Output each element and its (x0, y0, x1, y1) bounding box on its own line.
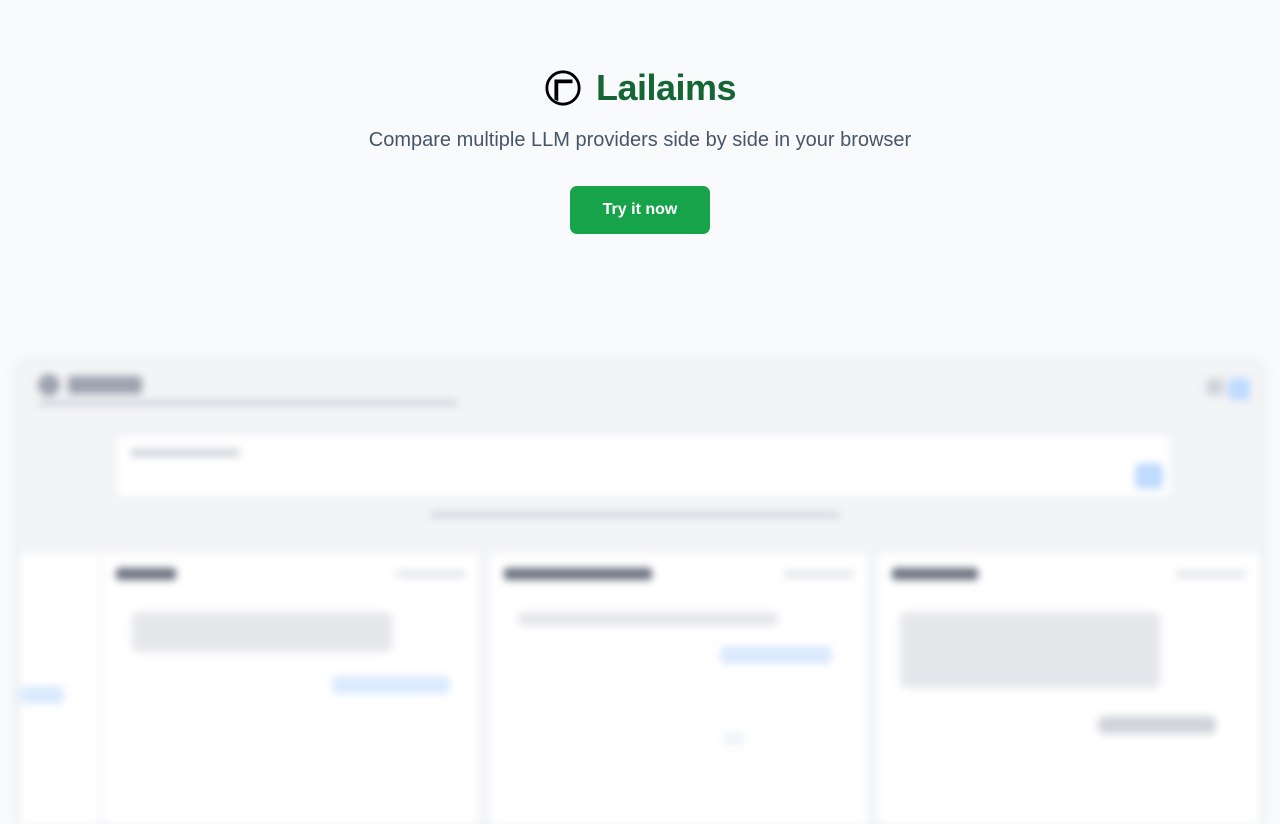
preview-chip (332, 676, 450, 694)
preview-hint (430, 512, 840, 518)
preview-input-label (130, 449, 240, 457)
preview-column-2 (490, 554, 869, 824)
preview-settings-button (1206, 378, 1224, 396)
preview-dots (722, 732, 746, 746)
preview-column-1 (102, 554, 481, 824)
preview-column-meta (396, 570, 466, 578)
preview-chip (1098, 716, 1216, 734)
preview-chip (720, 646, 832, 664)
app-preview-screenshot (20, 364, 1260, 824)
preview-message (132, 612, 392, 652)
preview-message (518, 612, 778, 626)
tagline: Compare multiple LLM providers side by s… (368, 129, 912, 151)
preview-column-title (504, 568, 652, 580)
brand: Lailaims (544, 67, 737, 108)
preview-column-title (116, 568, 176, 580)
preview-column-meta (1176, 570, 1246, 578)
preview-message (900, 612, 1160, 688)
preview-action-button (1228, 378, 1250, 400)
preview-send-button (1135, 463, 1163, 489)
preview-title (68, 376, 142, 394)
circle-window-icon (545, 70, 581, 106)
preview-column-0 (20, 554, 101, 824)
preview-subtitle (38, 400, 458, 406)
try-it-now-button[interactable]: Try it now (570, 186, 710, 234)
preview-column-title (892, 568, 978, 580)
brand-name: Lailaims (595, 67, 737, 108)
preview-column-meta (784, 570, 854, 578)
preview-column-3 (878, 554, 1260, 824)
preview-prompt-input (115, 434, 1172, 498)
preview-logo (38, 374, 60, 396)
hero-section: Lailaims Compare multiple LLM providers … (0, 0, 1280, 234)
preview-chip (20, 686, 64, 704)
